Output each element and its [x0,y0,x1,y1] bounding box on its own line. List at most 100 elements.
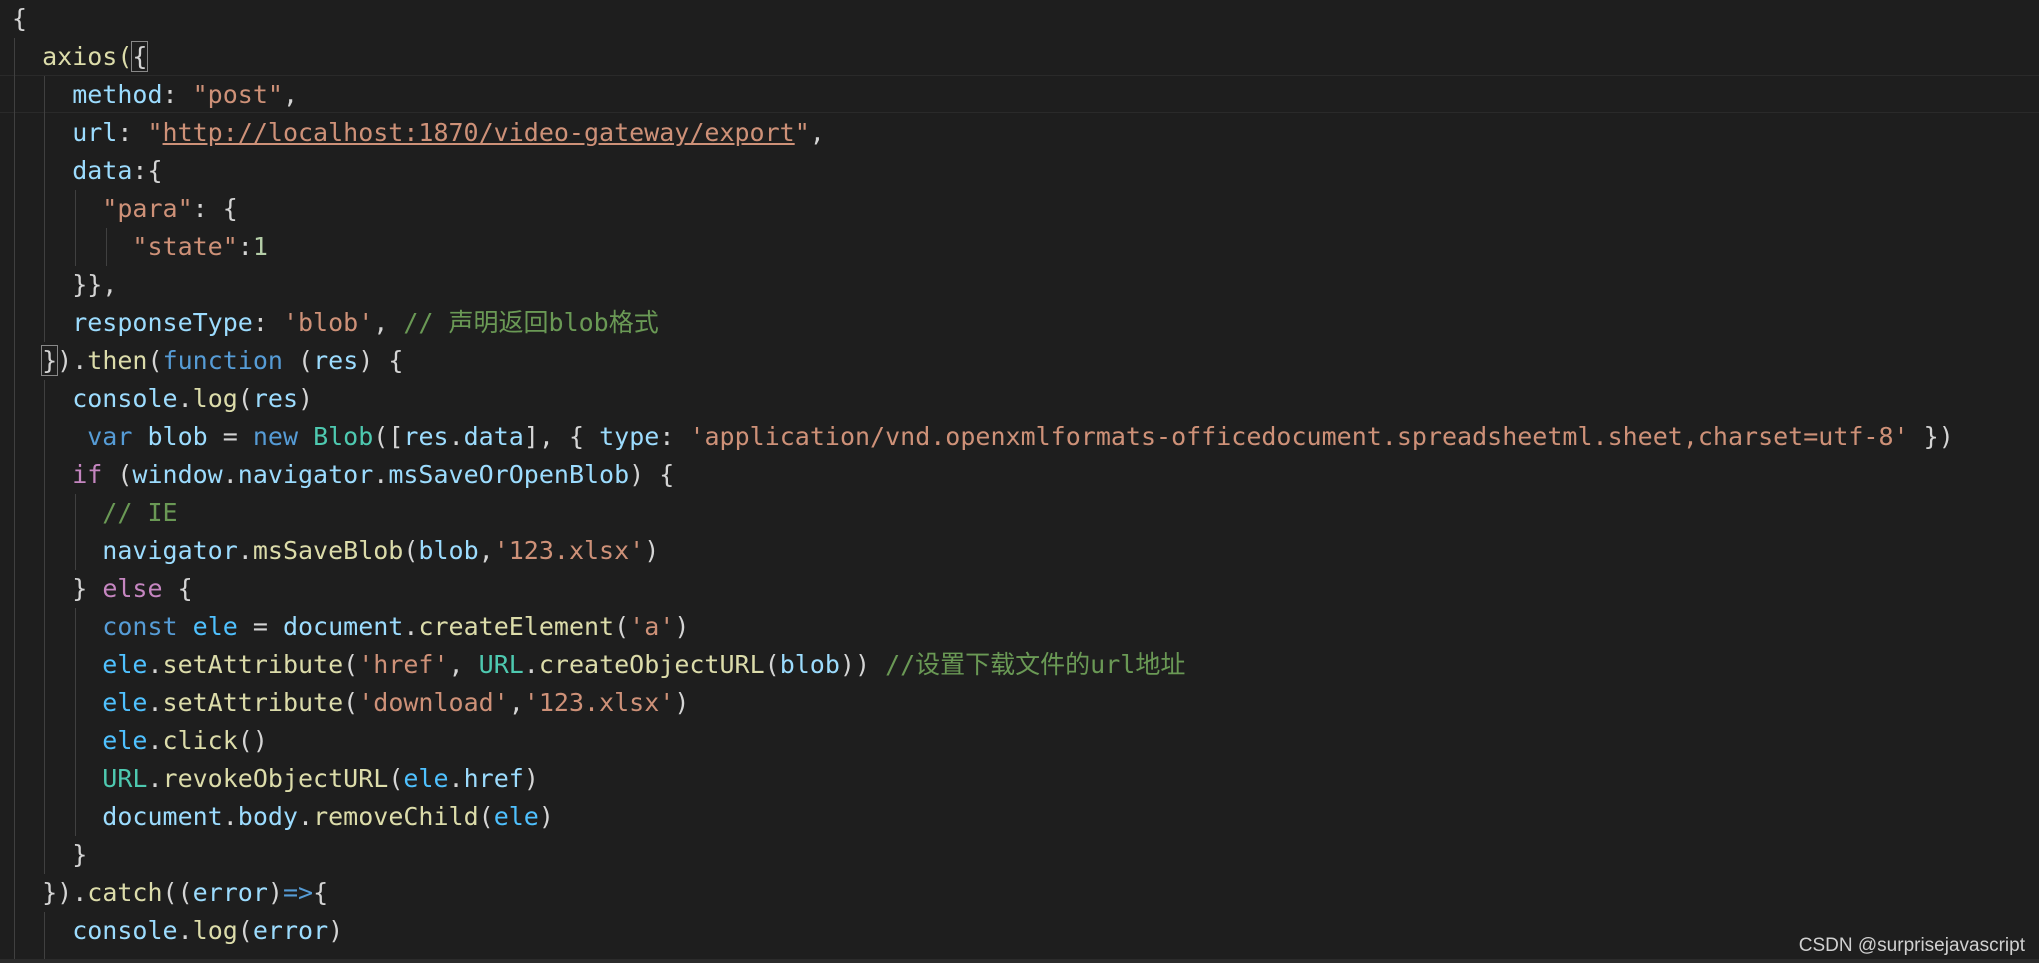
code-token: } [12,574,103,603]
code-token: navigator [237,460,374,489]
code-line[interactable]: }).then(function (res) { [12,342,403,380]
code-token: }) [1908,422,1954,451]
code-token: ele [12,688,148,717]
code-token: . [523,650,539,679]
code-line[interactable]: var blob = new Blob([res.data], { type: … [12,418,1954,456]
code-token: ( [147,346,163,375]
code-token: : [252,308,283,337]
code-token: 'application/vnd.openxmlformats-officedo… [689,422,1909,451]
code-token: ( [764,650,780,679]
code-token: (( [162,878,193,907]
code-token: function [162,346,283,375]
code-token: : [659,422,690,451]
code-token: revokeObjectURL [162,764,389,793]
code-token: . [403,612,419,641]
code-token: ) [267,878,283,907]
code-line[interactable]: console.log(res) [12,380,313,418]
code-token: '123.xlsx' [493,536,645,565]
code-token: { [313,878,329,907]
code-token: = [207,422,253,451]
code-token: . [177,916,193,945]
code-line[interactable]: data:{ [12,152,163,190]
horizontal-scrollbar[interactable] [0,959,2039,963]
code-token: , [282,80,298,109]
code-token: http://localhost:1870/video-gateway/expo… [162,118,795,147]
code-token: var [12,422,133,451]
code-token: res [313,346,359,375]
code-line[interactable]: URL.revokeObjectURL(ele.href) [12,760,539,798]
code-token: ( [343,650,359,679]
code-token: ele [192,612,238,641]
code-token: error [192,878,268,907]
code-token: url [12,118,118,147]
code-token: 1 [252,232,268,261]
code-line[interactable]: } else { [12,570,193,608]
code-line[interactable]: "para": { [12,190,237,228]
code-comment: //设置下载文件的url地址 [885,650,1186,679]
matched-bracket: } [41,345,59,376]
code-token: ). [57,346,88,375]
code-token: " [147,118,163,147]
code-token: else [102,574,163,603]
code-line[interactable]: method: "post", [12,76,298,114]
code-token: method [12,80,163,109]
code-line[interactable]: navigator.msSaveBlob(blob,'123.xlsx') [12,532,659,570]
code-token: "post" [192,80,283,109]
code-token: "para" [12,194,193,223]
code-token: href [463,764,524,793]
code-line[interactable]: document.body.removeChild(ele) [12,798,554,836]
code-token: ( [237,384,253,413]
code-token: , [508,688,524,717]
code-editor[interactable]: { axios({ method: "post", url: "http://l… [0,0,2039,963]
code-line[interactable]: ele.setAttribute('href', URL.createObjec… [12,646,1185,684]
code-token: res [252,384,299,413]
code-token: = [237,612,283,641]
code-token: document [282,612,404,641]
code-line[interactable]: if (window.navigator.msSaveOrOpenBlob) { [12,456,674,494]
code-line[interactable]: // IE [12,494,177,532]
code-line[interactable]: ele.click() [12,722,268,760]
code-token: :{ [132,156,163,185]
code-token: blob [779,650,840,679]
code-token: => [282,878,314,907]
code-token: error [252,916,329,945]
code-line[interactable]: "state":1 [12,228,268,266]
code-token: }}, [12,270,118,299]
code-token: ) [644,536,660,565]
code-token: ( [102,460,133,489]
code-line[interactable]: { [12,0,27,38]
code-token: { [162,574,193,603]
code-token: setAttribute [162,688,344,717]
code-line[interactable]: url: "http://localhost:1870/video-gatewa… [12,114,825,152]
code-token: axios( [12,42,133,71]
code-token: data [12,156,133,185]
code-token: ele [12,650,148,679]
code-line[interactable]: console.log(error) [12,912,343,950]
code-token: const [12,612,178,641]
code-token: ele [493,802,539,831]
code-line[interactable]: responseType: 'blob', // 声明返回blob格式 [12,304,659,342]
code-token: blob [147,422,208,451]
code-token: '123.xlsx' [523,688,675,717]
code-line[interactable]: axios({ [12,38,149,76]
code-token: ) [298,384,314,413]
code-token: . [448,422,464,451]
code-token: "state" [12,232,238,261]
code-token: setAttribute [162,650,344,679]
code-token: log [192,384,238,413]
code-token: ( [388,764,404,793]
code-line[interactable]: }}, [12,266,117,304]
code-token: URL [478,650,524,679]
code-token: if [12,460,103,489]
code-line[interactable]: } [12,836,87,874]
code-token: console [12,384,178,413]
code-token: URL [12,764,148,793]
code-token: : [162,80,193,109]
code-line[interactable]: ele.setAttribute('download','123.xlsx') [12,684,689,722]
code-line[interactable]: const ele = document.createElement('a') [12,608,689,646]
code-token: ( [343,688,359,717]
code-line[interactable]: }).catch((error)=>{ [12,874,328,912]
code-token: . [147,726,163,755]
